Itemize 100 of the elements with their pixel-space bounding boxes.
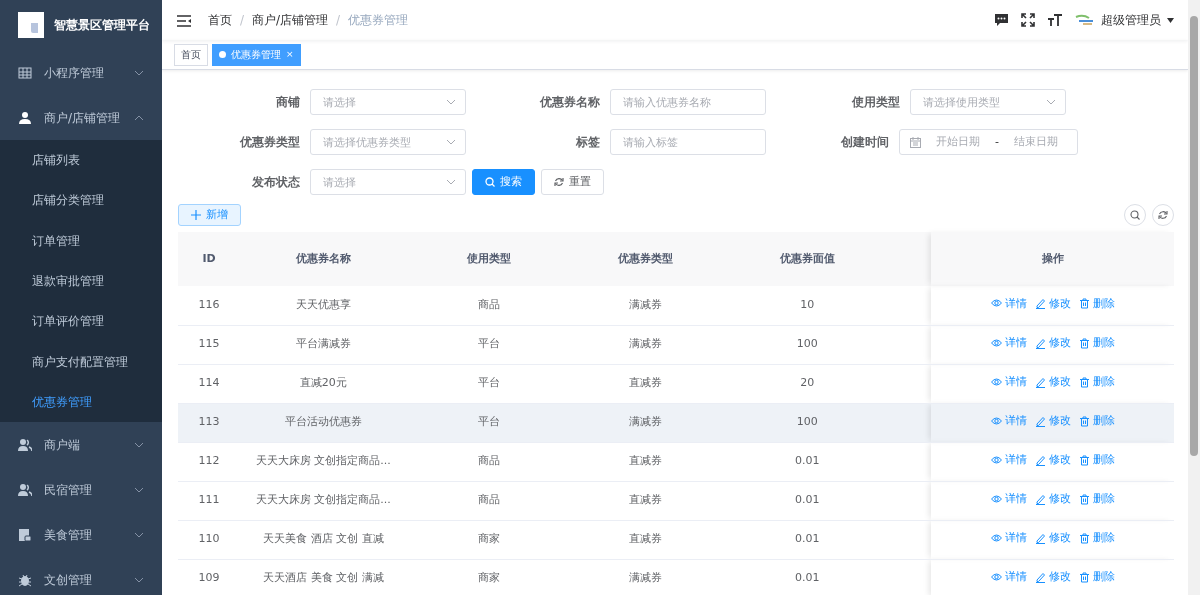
table-cell: 天天优惠享 [295, 298, 351, 311]
tab[interactable]: 优惠券管理 × [212, 43, 301, 66]
delete-link[interactable]: 删除 [1078, 529, 1115, 547]
table-cell: 115 [198, 337, 220, 351]
table-cell: 平台满减券 [295, 337, 351, 351]
edit-link[interactable]: 修改 [1034, 412, 1071, 430]
field-label: 优惠券名称 [538, 94, 601, 111]
pencil-icon [1034, 454, 1046, 466]
breadcrumb-item[interactable]: 首页 [208, 11, 232, 29]
delete-link[interactable]: 删除 [1078, 295, 1115, 313]
select-field[interactable]: 请选择 [310, 89, 466, 115]
select-field[interactable]: 请选择使用类型 [910, 89, 1066, 115]
add-button[interactable]: 新增 [178, 204, 241, 226]
field-label: 优惠券类型 [238, 134, 301, 151]
trash-icon [1078, 376, 1090, 388]
delete-link[interactable]: 删除 [1078, 568, 1115, 586]
menu-item[interactable]: 商户/店铺管理 [0, 95, 162, 140]
end-date-input[interactable]: 结束日期 [1005, 132, 1067, 152]
tab[interactable]: 首页 [174, 43, 208, 66]
input-field[interactable]: 请输入优惠券名称 [610, 89, 766, 115]
table-cell: 商品 [477, 298, 500, 311]
menu-item[interactable]: 民宿管理 [0, 467, 162, 513]
start-date-input[interactable]: 开始日期 [927, 132, 990, 152]
submenu-item[interactable]: 店铺分类管理 [0, 180, 162, 221]
delete-link[interactable]: 删除 [1078, 412, 1115, 430]
submenu-item[interactable]: 订单管理 [0, 220, 162, 261]
view-link[interactable]: 详情 [990, 490, 1027, 508]
column-header: 操作 [1041, 251, 1064, 265]
input-field[interactable]: 请输入标签 [610, 129, 766, 155]
table-cell: 平台活动优惠券 [284, 415, 362, 429]
edit-link[interactable]: 修改 [1034, 451, 1071, 469]
menu-item[interactable]: 商户端 [0, 422, 162, 468]
edit-link[interactable]: 修改 [1034, 529, 1071, 547]
submenu-item[interactable]: 退款审批管理 [0, 260, 162, 302]
refresh-button[interactable] [1152, 204, 1174, 226]
pencil-icon [1034, 298, 1046, 310]
dot-icon [219, 51, 226, 58]
column-header: 优惠券面值 [779, 251, 835, 265]
table-cell: 112 [198, 454, 220, 468]
trash-icon [1078, 571, 1090, 583]
refresh-icon [1158, 210, 1168, 220]
view-link[interactable]: 详情 [990, 334, 1027, 352]
breadcrumb-item[interactable]: 商户/店铺管理 [252, 11, 329, 29]
search-button[interactable]: 搜索 [472, 169, 535, 195]
menu-item[interactable]: 文创管理 [0, 557, 162, 595]
trash-icon [1078, 415, 1090, 427]
table-cell: 天天大床房 文创指定商品... [255, 454, 391, 468]
font-size-icon [1047, 13, 1063, 27]
reset-button[interactable]: 重置 [541, 169, 604, 195]
column-header: 优惠券名称 [295, 251, 351, 265]
edit-link[interactable]: 修改 [1034, 334, 1071, 352]
table-cell: 直减券 [629, 532, 663, 546]
delete-link[interactable]: 删除 [1078, 490, 1115, 508]
view-link[interactable]: 详情 [990, 568, 1027, 586]
delete-link[interactable]: 删除 [1078, 451, 1115, 469]
edit-link[interactable]: 修改 [1034, 490, 1071, 508]
menu-item[interactable]: 小程序管理 [0, 50, 162, 95]
date-range-field[interactable]: 开始日期 - 结束日期 [899, 129, 1078, 155]
table-cell: 满减券 [629, 415, 663, 429]
delete-link[interactable]: 删除 [1078, 334, 1115, 352]
edit-link[interactable]: 修改 [1034, 568, 1071, 586]
table-cell: 平台 [477, 415, 500, 429]
table-cell: 平台 [477, 337, 500, 351]
edit-link[interactable]: 修改 [1034, 295, 1071, 313]
scrollbar[interactable] [1188, 0, 1200, 595]
table-cell: 直减券 [629, 454, 663, 468]
table-cell: 114 [198, 376, 220, 390]
user-name[interactable]: 超级管理员 [1101, 11, 1161, 29]
search-toggle-button[interactable] [1124, 204, 1146, 226]
chevron-down-icon [446, 179, 456, 185]
view-link[interactable]: 详情 [990, 451, 1027, 469]
submenu-item[interactable]: 店铺列表 [0, 140, 162, 181]
view-link[interactable]: 详情 [990, 373, 1027, 391]
view-icon [990, 376, 1002, 388]
view-link[interactable]: 详情 [990, 529, 1027, 547]
pencil-icon [1034, 571, 1046, 583]
view-icon [990, 454, 1002, 466]
table-cell: 20 [800, 376, 815, 390]
table-cell: 满减券 [629, 571, 663, 585]
submenu-item[interactable]: 商户支付配置管理 [0, 341, 162, 382]
edit-link[interactable]: 修改 [1034, 373, 1071, 391]
view-link[interactable]: 详情 [990, 295, 1027, 313]
view-link[interactable]: 详情 [990, 412, 1027, 430]
chevron-down-icon [134, 531, 144, 538]
close-icon[interactable]: × [286, 47, 294, 62]
breadcrumb-item: 优惠券管理 [348, 12, 409, 29]
range-separator: - [995, 133, 1000, 150]
delete-link[interactable]: 删除 [1078, 373, 1115, 391]
submenu-item[interactable]: 优惠券管理 [0, 381, 162, 423]
table-cell: 0.01 [795, 571, 820, 585]
select-field[interactable]: 请选择优惠券类型 [310, 129, 466, 155]
submenu-item[interactable]: 订单评价管理 [0, 301, 162, 342]
table-cell: 100 [796, 415, 818, 429]
table-cell: 商品 [477, 454, 500, 468]
table-cell: 商家 [477, 532, 500, 546]
menu-item[interactable]: 美食管理 [0, 512, 162, 558]
document-icon [18, 527, 32, 542]
select-field[interactable]: 请选择 [310, 169, 466, 195]
chevron-down-icon [134, 486, 144, 493]
chevron-up-icon [134, 114, 144, 121]
